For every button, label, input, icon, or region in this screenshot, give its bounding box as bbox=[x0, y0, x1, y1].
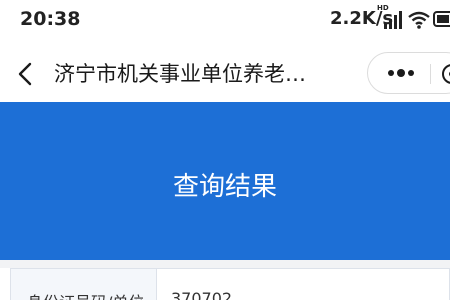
table-row-value: 370702 bbox=[171, 289, 233, 300]
table-row-label: 身份证号码/单位 bbox=[27, 289, 144, 300]
status-time: 20:38 bbox=[20, 8, 81, 30]
page-title: 济宁市机关事业单位养老… bbox=[54, 62, 306, 86]
miniprogram-capsule bbox=[367, 52, 450, 94]
back-icon[interactable] bbox=[16, 62, 36, 86]
battery-icon bbox=[433, 11, 450, 27]
result-banner: 查询结果 bbox=[0, 102, 450, 260]
banner-title: 查询结果 bbox=[172, 172, 277, 202]
more-icon[interactable] bbox=[386, 63, 416, 83]
status-bar: 20:38 2.2K/s HD bbox=[0, 0, 450, 42]
signal-icon bbox=[384, 11, 402, 29]
capsule-divider bbox=[430, 64, 431, 84]
wifi-icon bbox=[408, 11, 430, 29]
section-gap bbox=[0, 260, 450, 268]
result-table: 身份证号码/单位 370702 bbox=[10, 268, 450, 300]
nav-bar: 济宁市机关事业单位养老… bbox=[0, 42, 450, 102]
close-ring-icon[interactable] bbox=[440, 62, 450, 86]
table-row-label-cell: 身份证号码/单位 bbox=[11, 269, 157, 300]
